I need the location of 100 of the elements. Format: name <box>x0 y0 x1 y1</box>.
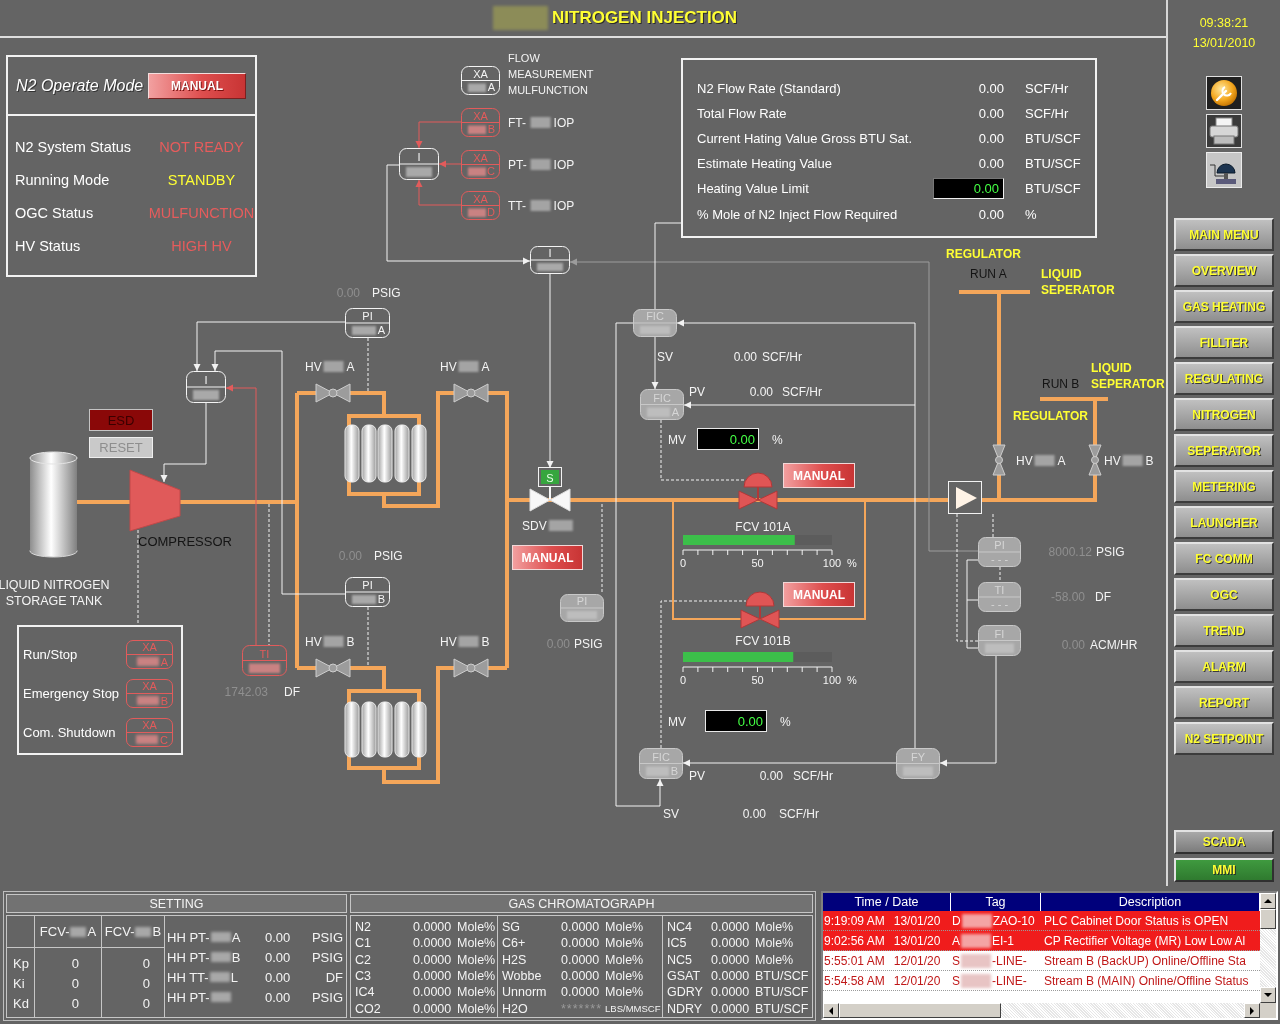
scroll-right-button[interactable] <box>1244 1003 1260 1018</box>
nav-button[interactable]: MAIN MENU <box>1174 218 1274 251</box>
alarm-date: 13/01/20 <box>893 933 941 948</box>
wrench-icon[interactable] <box>1206 76 1242 110</box>
nav-button[interactable]: NITROGEN <box>1174 398 1274 431</box>
system-switch-button[interactable]: SCADA <box>1174 830 1274 854</box>
flow-label: Total Flow Rate <box>697 106 787 121</box>
instrument-bubble[interactable]: XA B <box>461 108 500 137</box>
unit-label: Mole% <box>457 920 496 935</box>
instrument-bubble[interactable]: TI <box>242 645 287 676</box>
manual-button[interactable]: MANUAL <box>783 582 855 607</box>
valve-icon[interactable] <box>315 383 351 403</box>
unit-label: Mole% <box>605 920 644 935</box>
instrument-bubble[interactable]: XA A <box>461 66 500 95</box>
pipe <box>77 500 130 504</box>
unit-label: PSIG <box>311 949 343 965</box>
valve-tag: HV A <box>1016 454 1066 468</box>
mv-field[interactable]: 0.00 <box>705 710 767 732</box>
scroll-up-button[interactable] <box>1260 893 1276 909</box>
instrument-bubble[interactable]: PI A <box>345 308 390 338</box>
printer-icon[interactable] <box>1206 114 1242 148</box>
instrument-bubble[interactable]: XA A <box>126 640 173 669</box>
unit-label: BTU/SCF <box>755 1001 809 1016</box>
alarm-row[interactable]: 5:54:58 AM 12/01/20 S -LINE- Stream B (MAIN) Online/Offline Status <box>823 971 1260 991</box>
manual-button[interactable]: MANUAL <box>148 72 246 99</box>
flow-label: Current Hating Value Gross BTU Sat. <box>697 131 913 146</box>
scroll-down-button[interactable] <box>1260 987 1276 1003</box>
unit-label: SCF/Hr <box>782 385 822 399</box>
instrument-bubble[interactable]: PI B <box>345 577 390 607</box>
alarm-description: CP Rectifier Voltage (MR) Low Low Al <box>1043 933 1246 948</box>
unit-label: Mole% <box>457 952 496 967</box>
instrument-bubble[interactable]: XA B <box>126 679 173 708</box>
nav-button[interactable]: TREND <box>1174 614 1274 647</box>
nav-button[interactable]: FILLTER <box>1174 326 1274 359</box>
scale-label: 50 <box>751 674 764 686</box>
instrument-bubble[interactable]: XA C <box>461 150 500 179</box>
alarm-row[interactable]: 9:02:56 AM 13/01/20 A EI-1 CP Rectifier Voltage (MR) Low Low Al <box>823 931 1260 951</box>
valve-icon[interactable] <box>453 383 489 403</box>
regulator-label: REGULATOR <box>1013 409 1088 423</box>
valve-icon[interactable] <box>453 658 489 678</box>
alarm-row[interactable]: 5:55:01 AM 12/01/20 S -LINE- Stream B (BackUP) Online/Offline Sta <box>823 951 1260 971</box>
limit-value: 0.00 <box>265 949 291 965</box>
flow-value: 0.00 <box>978 106 1004 121</box>
scrollbar-thumb[interactable] <box>1260 909 1276 929</box>
valve-icon[interactable] <box>315 658 351 678</box>
unit-label: Mole% <box>605 952 644 967</box>
unit-label: Mole% <box>755 952 794 967</box>
nav-button[interactable]: REPORT <box>1174 686 1274 719</box>
unit-label: SCF/Hr <box>779 807 819 821</box>
alarm-tag: S -LINE- <box>951 953 1027 968</box>
unit-label: Mole% <box>605 936 644 951</box>
nav-button[interactable]: FC COMM <box>1174 542 1274 575</box>
nav-button[interactable]: LAUNCHER <box>1174 506 1274 539</box>
alarm-bell-icon[interactable] <box>1206 152 1242 188</box>
component-value: 0.0000 <box>561 985 600 1000</box>
gain-label: Kd <box>13 995 29 1013</box>
component-name: H2O <box>502 1001 528 1016</box>
reading-value: 0.00 <box>742 807 766 821</box>
nav-button[interactable]: METERING <box>1174 470 1274 503</box>
reading-value: 0.00 <box>759 769 783 783</box>
nav-button[interactable]: N2 SETPOINT <box>1174 722 1274 755</box>
nav-button[interactable]: OGC <box>1174 578 1274 611</box>
nav-button[interactable]: GAS HEATING <box>1174 290 1274 323</box>
nav-button[interactable]: REGULATING <box>1174 362 1274 395</box>
valve-tag: HV B <box>305 635 355 649</box>
nav-button[interactable]: OVERVIEW <box>1174 254 1274 287</box>
loop-label: PV <box>689 385 705 399</box>
unit-label: DF <box>325 969 343 985</box>
alarm-time: 5:54:58 AM <box>824 973 885 988</box>
unit-label: ACM/HR <box>1090 638 1138 652</box>
mv-field[interactable]: 0.00 <box>697 428 759 450</box>
unit-label: BTU/SCF <box>755 969 809 984</box>
system-switch-button[interactable]: MMI <box>1174 858 1274 882</box>
component-value: 0.0000 <box>711 1001 750 1016</box>
unit-label: % <box>772 433 783 447</box>
unit-label: BTU/SCF <box>1025 156 1081 171</box>
instrument-bubble[interactable]: I <box>530 246 570 274</box>
instrument-bubble[interactable]: I <box>186 371 226 403</box>
valve-icon[interactable] <box>1088 444 1102 476</box>
instrument-bubble[interactable]: XA C <box>126 718 173 747</box>
instrument-bubble[interactable]: XA D <box>461 191 500 220</box>
alarm-row[interactable]: 9:19:09 AM 13/01/20 D ZAO-10 PLC Cabinet Door Status is OPEN <box>823 911 1260 931</box>
filter-cylinder <box>394 424 410 483</box>
manual-button[interactable]: MANUAL <box>783 463 855 488</box>
nav-button[interactable]: ALARM <box>1174 650 1274 683</box>
instrument-bubble[interactable]: I <box>399 148 439 180</box>
manual-button[interactable]: MANUAL <box>512 545 583 570</box>
component-value: 0.0000 <box>711 969 750 984</box>
nav-button[interactable]: SEPERATOR <box>1174 434 1274 467</box>
component-value: 0.0000 <box>711 952 750 967</box>
valve-icon[interactable] <box>529 485 571 512</box>
blur-patch <box>493 6 548 30</box>
valve-icon[interactable] <box>992 444 1006 476</box>
flow-label: % Mole of N2 Inject Flow Required <box>697 207 898 222</box>
scroll-left-button[interactable] <box>823 1003 839 1018</box>
scrollbar-thumb[interactable] <box>839 1003 1001 1018</box>
limit-input[interactable]: 0.00 <box>933 178 1004 199</box>
unit-label: Mole% <box>755 936 794 951</box>
alarm-date: 12/01/20 <box>893 953 941 968</box>
esd-button[interactable]: ESD <box>89 409 153 431</box>
